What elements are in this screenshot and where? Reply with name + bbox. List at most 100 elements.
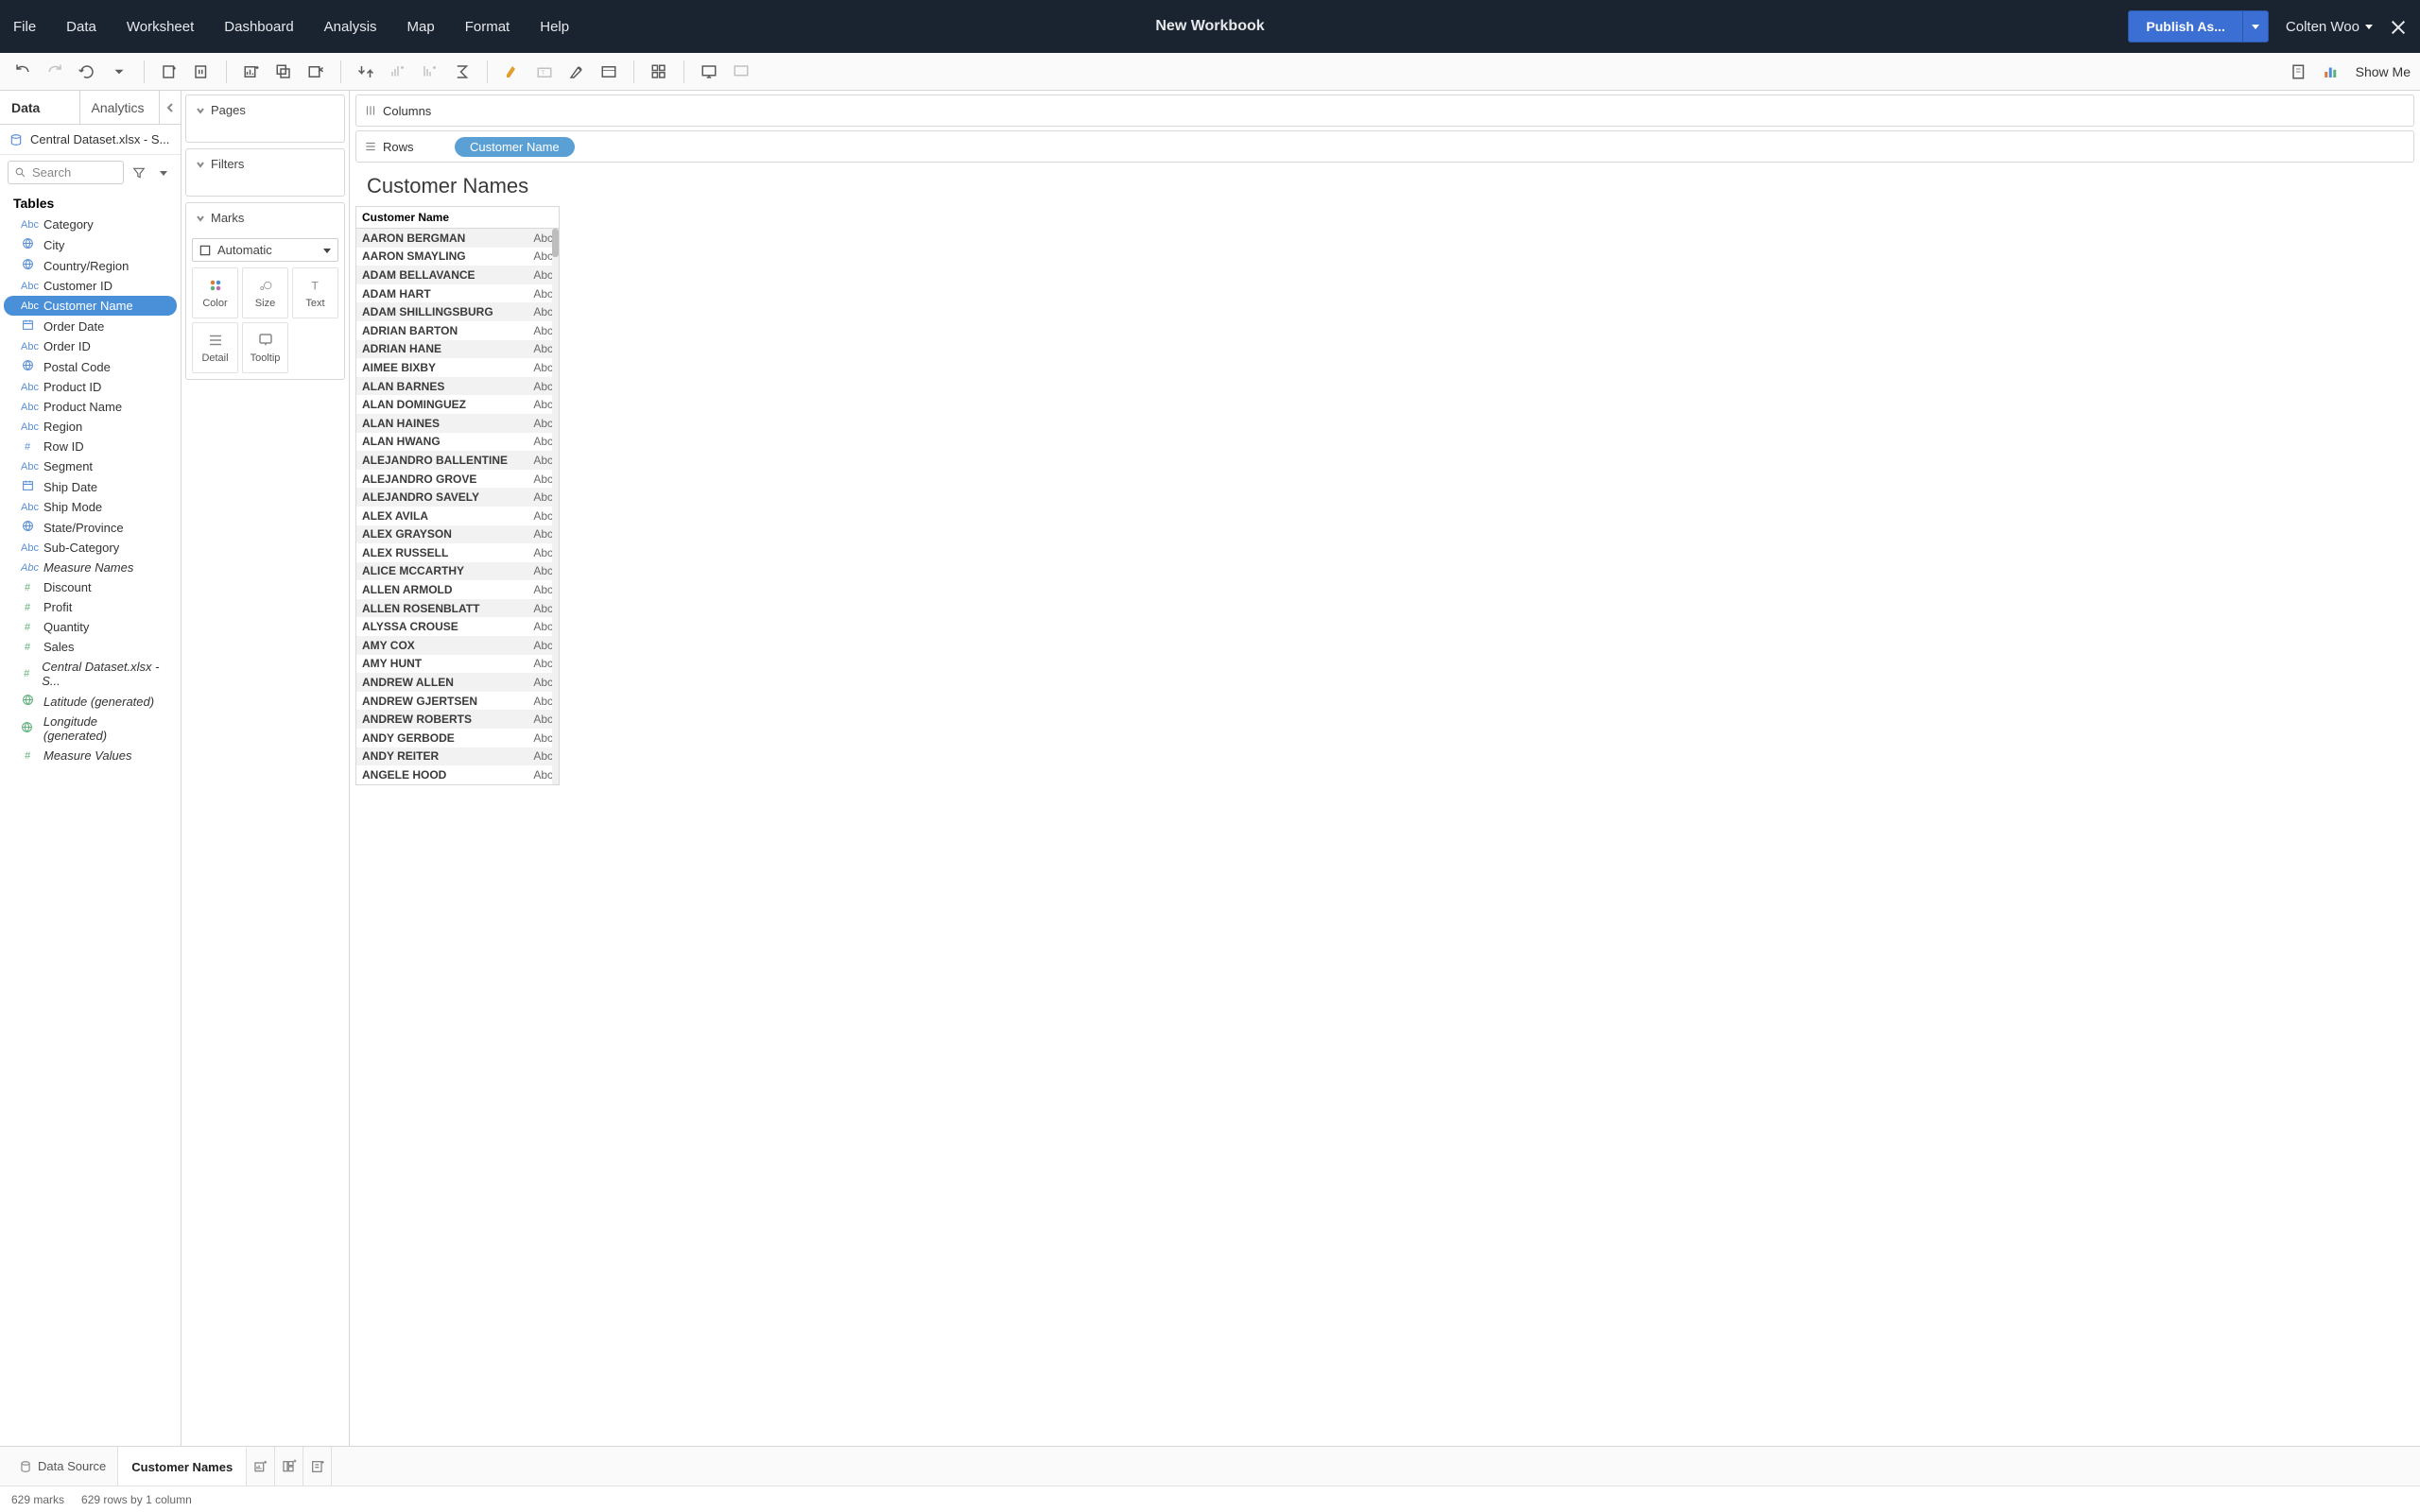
table-row[interactable]: ANDREW ROBERTSAbc xyxy=(356,710,559,729)
marks-size[interactable]: Size xyxy=(242,267,288,318)
tab-data[interactable]: Data xyxy=(0,91,80,124)
user-menu[interactable]: Colten Woo xyxy=(2286,19,2373,35)
cards-button[interactable] xyxy=(646,59,672,85)
table-row[interactable]: ALAN BARNESAbc xyxy=(356,377,559,396)
field-category[interactable]: AbcCategory xyxy=(4,215,177,234)
format-button[interactable] xyxy=(563,59,590,85)
field-segment[interactable]: AbcSegment xyxy=(4,456,177,476)
table-row[interactable]: ALEJANDRO GROVEAbc xyxy=(356,470,559,489)
field-customer-id[interactable]: AbcCustomer ID xyxy=(4,276,177,296)
new-worksheet-tab[interactable] xyxy=(247,1447,275,1486)
table-row[interactable]: ANDY REITERAbc xyxy=(356,747,559,766)
table-row[interactable]: ANDREW ALLENAbc xyxy=(356,673,559,692)
table-row[interactable]: ALICE MCCARTHYAbc xyxy=(356,562,559,581)
table-row[interactable]: AARON SMAYLINGAbc xyxy=(356,248,559,266)
table-row[interactable]: AMY HUNTAbc xyxy=(356,655,559,674)
menu-data[interactable]: Data xyxy=(66,19,96,35)
fit-button[interactable] xyxy=(596,59,622,85)
redo-button[interactable] xyxy=(42,59,68,85)
table-row[interactable]: ALLEN ROSENBLATTAbc xyxy=(356,599,559,618)
table-row[interactable]: ADAM BELLAVANCEAbc xyxy=(356,266,559,284)
table-row[interactable]: ANDREW GJERTSENAbc xyxy=(356,692,559,711)
rows-shelf[interactable]: Rows Customer Name xyxy=(355,130,2414,163)
table-row[interactable]: ALAN HAINESAbc xyxy=(356,414,559,433)
field-ship-mode[interactable]: AbcShip Mode xyxy=(4,497,177,517)
swap-button[interactable] xyxy=(353,59,379,85)
table-row[interactable]: ALEJANDRO BALLENTINEAbc xyxy=(356,451,559,470)
field-product-name[interactable]: AbcProduct Name xyxy=(4,397,177,417)
table-row[interactable]: ALAN DOMINGUEZAbc xyxy=(356,395,559,414)
totals-button[interactable] xyxy=(449,59,475,85)
marks-color[interactable]: Color xyxy=(192,267,238,318)
marks-type-dropdown[interactable]: Automatic xyxy=(192,238,338,262)
sheet-title[interactable]: Customer Names xyxy=(350,163,2420,206)
sort-asc-button[interactable] xyxy=(385,59,411,85)
clear-button[interactable] xyxy=(302,59,329,85)
field-ship-date[interactable]: Ship Date xyxy=(4,476,177,497)
new-datasource-button[interactable] xyxy=(156,59,182,85)
marks-text[interactable]: T Text xyxy=(292,267,338,318)
dropdown-indicator[interactable] xyxy=(106,59,132,85)
field-customer-name[interactable]: AbcCustomer Name xyxy=(4,296,177,316)
showme-button[interactable]: Show Me xyxy=(2356,64,2411,79)
scrollbar[interactable] xyxy=(552,229,559,784)
table-row[interactable]: AMY COXAbc xyxy=(356,636,559,655)
search-input[interactable]: Search xyxy=(8,161,124,184)
table-row[interactable]: ALYSSA CROUSEAbc xyxy=(356,617,559,636)
field-measure-names[interactable]: AbcMeasure Names xyxy=(4,558,177,577)
tab-analytics[interactable]: Analytics xyxy=(80,91,161,124)
field-discount[interactable]: #Discount xyxy=(4,577,177,597)
field-country-region[interactable]: Country/Region xyxy=(4,255,177,276)
presentation-button[interactable] xyxy=(696,59,722,85)
data-guide-button[interactable] xyxy=(2286,59,2312,85)
menu-dashboard[interactable]: Dashboard xyxy=(224,19,293,35)
field-central-dataset-xlsx-s-[interactable]: #Central Dataset.xlsx - S... xyxy=(4,657,177,691)
new-dashboard-tab[interactable] xyxy=(275,1447,303,1486)
table-row[interactable]: ADRIAN HANEAbc xyxy=(356,340,559,359)
highlight-button[interactable] xyxy=(499,59,526,85)
worksheet-tab[interactable]: Customer Names xyxy=(118,1447,247,1486)
table-row[interactable]: ALAN HWANGAbc xyxy=(356,433,559,452)
field-longitude-generated-[interactable]: Longitude (generated) xyxy=(4,712,177,746)
table-row[interactable]: ALEX GRAYSONAbc xyxy=(356,525,559,544)
new-worksheet-button[interactable] xyxy=(238,59,265,85)
field-product-id[interactable]: AbcProduct ID xyxy=(4,377,177,397)
columns-shelf[interactable]: Columns xyxy=(355,94,2414,127)
table-row[interactable]: ALEJANDRO SAVELYAbc xyxy=(356,488,559,507)
pause-updates-button[interactable] xyxy=(188,59,215,85)
table-row[interactable]: AARON BERGMANAbc xyxy=(356,229,559,248)
menu-worksheet[interactable]: Worksheet xyxy=(127,19,194,35)
table-row[interactable]: ANGELE HOODAbc xyxy=(356,765,559,784)
menu-analysis[interactable]: Analysis xyxy=(324,19,377,35)
publish-dropdown[interactable] xyxy=(2242,10,2269,43)
revert-button[interactable] xyxy=(74,59,100,85)
device-preview-button[interactable] xyxy=(728,59,754,85)
showme-icon[interactable] xyxy=(2318,59,2344,85)
field-city[interactable]: City xyxy=(4,234,177,255)
datasource-row[interactable]: Central Dataset.xlsx - S... xyxy=(0,125,181,155)
field-measure-values[interactable]: #Measure Values xyxy=(4,746,177,765)
undo-button[interactable] xyxy=(9,59,36,85)
field-postal-code[interactable]: Postal Code xyxy=(4,356,177,377)
filters-shelf[interactable]: Filters xyxy=(185,148,345,197)
marks-detail[interactable]: Detail xyxy=(192,322,238,373)
field-region[interactable]: AbcRegion xyxy=(4,417,177,437)
new-story-tab[interactable] xyxy=(303,1447,332,1486)
table-row[interactable]: ALLEN ARMOLDAbc xyxy=(356,580,559,599)
field-state-province[interactable]: State/Province xyxy=(4,517,177,538)
table-row[interactable]: AIMEE BIXBYAbc xyxy=(356,358,559,377)
labels-button[interactable]: T xyxy=(531,59,558,85)
collapse-pane-button[interactable] xyxy=(160,91,181,124)
datasource-tab[interactable]: Data Source xyxy=(8,1447,118,1486)
table-row[interactable]: ADAM HARTAbc xyxy=(356,284,559,303)
table-row[interactable]: ALEX AVILAAbc xyxy=(356,507,559,525)
sort-desc-button[interactable] xyxy=(417,59,443,85)
menu-help[interactable]: Help xyxy=(540,19,569,35)
field-latitude-generated-[interactable]: Latitude (generated) xyxy=(4,691,177,712)
field-order-date[interactable]: Order Date xyxy=(4,316,177,336)
field-sub-category[interactable]: AbcSub-Category xyxy=(4,538,177,558)
field-sales[interactable]: #Sales xyxy=(4,637,177,657)
duplicate-button[interactable] xyxy=(270,59,297,85)
field-profit[interactable]: #Profit xyxy=(4,597,177,617)
filter-fields-button[interactable] xyxy=(130,163,148,183)
